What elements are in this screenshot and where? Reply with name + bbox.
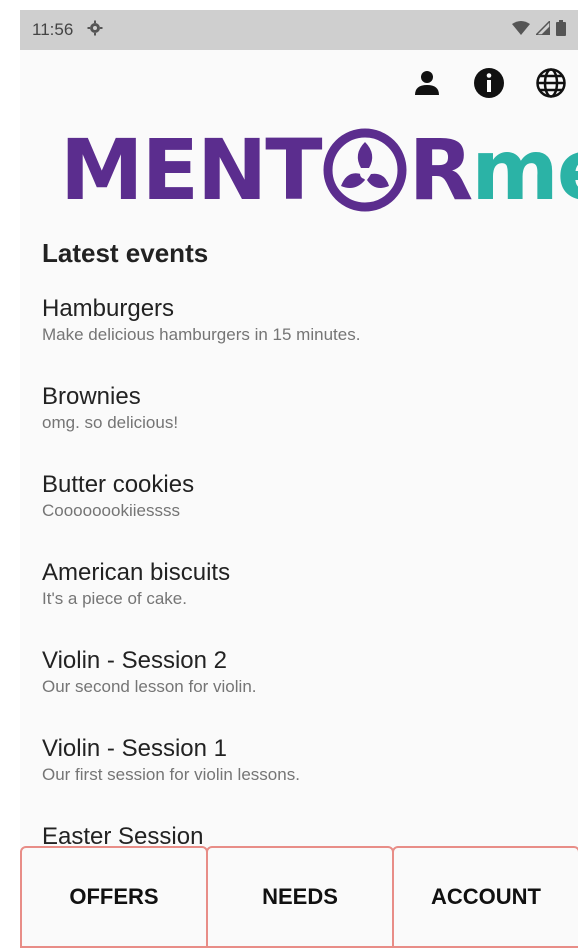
event-subtitle: Make delicious hamburgers in 15 minutes. bbox=[42, 325, 361, 344]
event-item-hamburgers[interactable]: Hamburgers Make delicious hamburgers in … bbox=[42, 294, 562, 382]
signal-icon bbox=[534, 19, 551, 40]
event-title: Violin - Session 1 bbox=[42, 735, 227, 762]
logo-text-ment: MENT bbox=[60, 121, 323, 219]
event-subtitle: Coooooookiiessss bbox=[42, 501, 180, 520]
bottom-nav: OFFERS NEEDS ACCOUNT bbox=[20, 846, 578, 948]
event-item-american-biscuits[interactable]: American biscuits It's a piece of cake. bbox=[42, 558, 562, 646]
event-title: American biscuits bbox=[42, 559, 231, 586]
event-item-brownies[interactable]: Brownies omg. so delicious! bbox=[42, 382, 562, 470]
event-title: Hamburgers bbox=[42, 295, 175, 322]
event-title: Violin - Session 2 bbox=[42, 647, 227, 674]
toolbar bbox=[410, 66, 568, 100]
info-icon[interactable] bbox=[472, 66, 506, 100]
status-time: 11:56 bbox=[32, 20, 74, 39]
battery-icon bbox=[556, 19, 566, 41]
person-icon[interactable] bbox=[410, 66, 444, 100]
logo-text-me: me bbox=[471, 121, 578, 219]
event-subtitle: It's a piece of cake. bbox=[42, 589, 187, 608]
status-bar: 11:56 bbox=[20, 10, 578, 50]
event-title: Brownies bbox=[42, 383, 141, 410]
phone-screen: 11:56 MENT R m Latest events Hamburgers … bbox=[20, 10, 578, 948]
logo-text-r: R bbox=[408, 121, 474, 219]
latest-events-heading: Latest events bbox=[42, 238, 209, 268]
event-title: Butter cookies bbox=[42, 471, 195, 498]
event-list: Hamburgers Make delicious hamburgers in … bbox=[42, 294, 562, 910]
wifi-icon bbox=[512, 20, 530, 40]
logo-hands-icon bbox=[323, 128, 407, 212]
event-subtitle: Our second lesson for violin. bbox=[42, 677, 257, 696]
event-item-butter-cookies[interactable]: Butter cookies Coooooookiiessss bbox=[42, 470, 562, 558]
event-subtitle: Our first session for violin lessons. bbox=[42, 765, 300, 784]
needs-button[interactable]: NEEDS bbox=[206, 846, 394, 948]
account-button[interactable]: ACCOUNT bbox=[392, 846, 578, 948]
globe-icon[interactable] bbox=[534, 66, 568, 100]
event-subtitle: omg. so delicious! bbox=[42, 413, 179, 432]
offers-button[interactable]: OFFERS bbox=[20, 846, 208, 948]
event-item-violin-session-1[interactable]: Violin - Session 1 Our first session for… bbox=[42, 734, 562, 822]
event-item-violin-session-2[interactable]: Violin - Session 2 Our second lesson for… bbox=[42, 646, 562, 734]
settings-gear-icon bbox=[87, 20, 103, 41]
mentorme-logo: MENT R me bbox=[60, 120, 578, 220]
